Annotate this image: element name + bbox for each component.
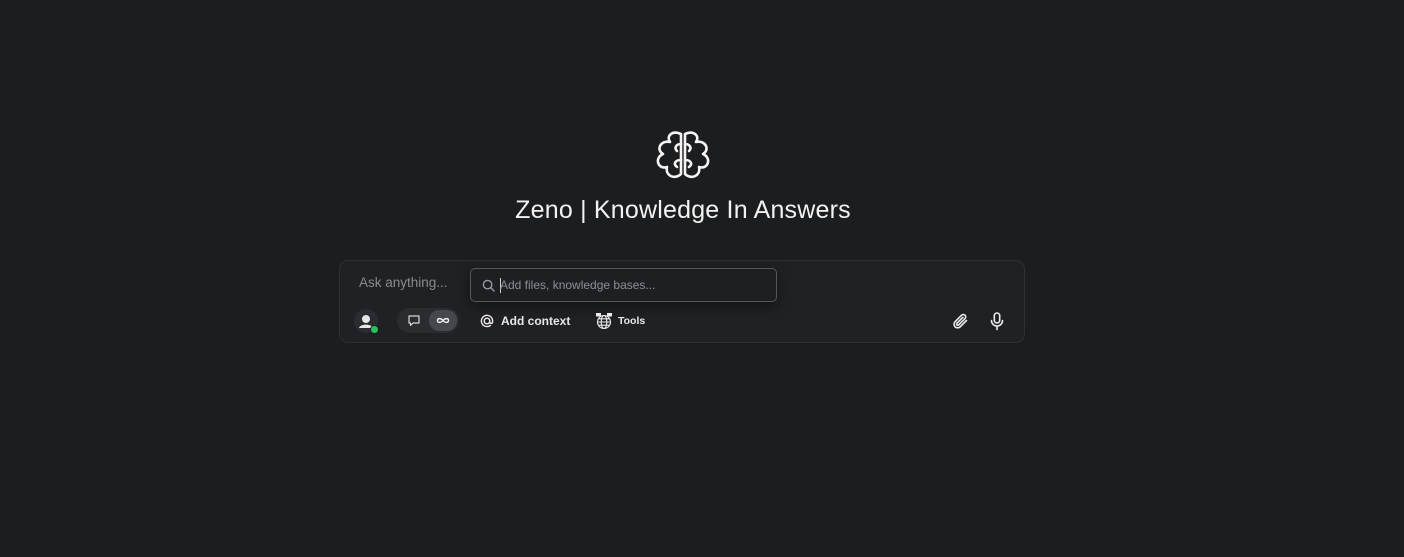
paperclip-icon [953, 313, 968, 329]
brain-logo [652, 130, 714, 182]
context-search-input[interactable] [500, 269, 770, 301]
chat-bubble-icon [408, 315, 420, 327]
context-search-popover [470, 268, 777, 302]
search-icon [482, 279, 495, 292]
user-avatar[interactable] [354, 309, 379, 334]
add-context-button[interactable]: Add context [479, 312, 570, 330]
page-title: Zeno | Knowledge In Answers [515, 196, 851, 224]
voice-input-button[interactable] [987, 311, 1007, 331]
chat-mode-button[interactable] [401, 310, 427, 331]
mode-toggle [397, 308, 459, 333]
add-context-label: Add context [501, 314, 571, 328]
chat-composer: Ask anything... Add files, knowledge bas… [339, 260, 1025, 343]
attach-file-button[interactable] [951, 311, 971, 331]
infinity-icon [436, 317, 450, 324]
globe-tools-icon [596, 313, 612, 330]
microphone-icon [990, 312, 1004, 331]
brain-icon [656, 131, 710, 179]
tools-label: Tools [618, 315, 646, 327]
at-sign-icon [480, 314, 494, 328]
online-status-dot [370, 325, 379, 334]
prompt-input[interactable]: Ask anything... [359, 275, 448, 290]
tools-button[interactable]: Tools [595, 311, 645, 331]
agent-mode-button[interactable] [429, 310, 457, 331]
